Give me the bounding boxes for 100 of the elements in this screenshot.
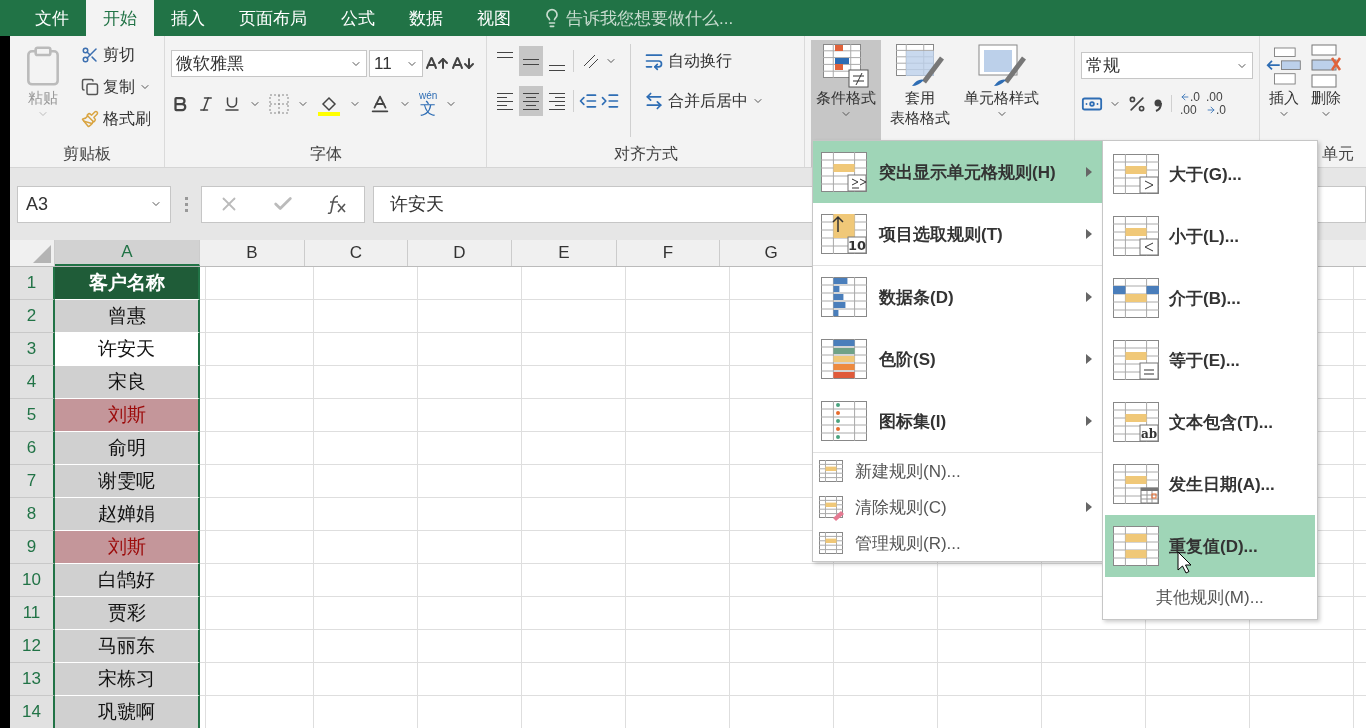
group-label: 字体 xyxy=(308,143,343,164)
table-cell: 曾惠 xyxy=(55,300,200,333)
align-left-icon xyxy=(496,92,514,110)
underline-icon[interactable] xyxy=(223,95,241,113)
table-cell: 俞明 xyxy=(55,432,200,465)
menu-item[interactable]: ab 文本包含(T)... xyxy=(1105,391,1315,453)
tell-me-field[interactable]: 告诉我您想要做什么... xyxy=(566,6,734,30)
column-header[interactable]: F xyxy=(617,240,720,266)
ribbon-tab[interactable]: 数据 xyxy=(392,0,460,36)
insert-cells-button[interactable]: 插入 xyxy=(1264,40,1304,141)
data-bars-icon xyxy=(821,277,867,317)
ribbon-tab[interactable]: 视图 xyxy=(460,0,528,36)
column-header[interactable]: E xyxy=(512,240,617,266)
ribbon-tab[interactable]: 页面布局 xyxy=(222,0,324,36)
table-cell: 刘斯 xyxy=(55,531,200,564)
eraser-grid-icon xyxy=(819,496,843,518)
calendar-grid-icon xyxy=(1113,464,1159,504)
scissors-icon xyxy=(81,46,99,64)
row-header[interactable]: 12 xyxy=(10,630,55,663)
row-header[interactable]: 4 xyxy=(10,366,55,399)
less-than-icon xyxy=(1113,216,1159,256)
align-center-icon xyxy=(522,92,540,110)
row-header[interactable]: 5 xyxy=(10,399,55,432)
menu-item[interactable]: 大于(G)... xyxy=(1105,143,1315,205)
table-cell: 刘斯 xyxy=(55,399,200,432)
row-header[interactable]: 2 xyxy=(10,300,55,333)
number-format-select[interactable]: 常规 xyxy=(1081,52,1253,79)
column-header[interactable]: B xyxy=(200,240,305,266)
table-brush-icon xyxy=(896,44,944,88)
row-header[interactable]: 7 xyxy=(10,465,55,498)
font-size-select[interactable]: 11 xyxy=(369,50,423,77)
row-header[interactable]: 6 xyxy=(10,432,55,465)
between-icon xyxy=(1113,278,1159,318)
italic-icon[interactable] xyxy=(197,95,215,113)
group-label: 对齐方式 xyxy=(612,143,679,164)
row-header[interactable]: 9 xyxy=(10,531,55,564)
delete-cells-button[interactable]: 删除 xyxy=(1308,40,1344,141)
name-box[interactable]: A3 xyxy=(17,185,171,223)
menu-item[interactable]: 清除规则(C) xyxy=(813,489,1102,525)
vertical-align-button[interactable] xyxy=(519,46,543,76)
menu-item[interactable]: 其他规则(M)... xyxy=(1103,577,1317,617)
menu-item[interactable]: 突出显示单元格规则(H) xyxy=(813,141,1102,203)
align-right-icon xyxy=(548,92,566,110)
copy-button[interactable]: 复制 xyxy=(78,72,154,102)
font-name-select[interactable]: 微软雅黑 xyxy=(171,50,367,77)
table-cell: 白鹄好 xyxy=(55,564,200,597)
greater-than-icon xyxy=(1113,154,1159,194)
wrap-text-button[interactable]: 自动换行 xyxy=(641,46,767,76)
decrease-decimal-button[interactable]: .00 .0 xyxy=(1206,91,1227,117)
menu-item[interactable]: 等于(E)... xyxy=(1105,329,1315,391)
increase-indent-icon[interactable] xyxy=(600,91,620,111)
function-icon[interactable] xyxy=(326,194,348,214)
decrease-indent-icon[interactable] xyxy=(578,91,598,111)
table-cell: 宋良 xyxy=(55,366,200,399)
merge-icon xyxy=(644,91,664,111)
row-header[interactable]: 11 xyxy=(10,597,55,630)
row-header[interactable]: 10 xyxy=(10,564,55,597)
row-header[interactable]: 8 xyxy=(10,498,55,531)
top-ten-icon: 10 xyxy=(821,214,867,254)
angled-text-icon xyxy=(581,52,601,70)
row-header[interactable]: 13 xyxy=(10,663,55,696)
cut-button[interactable]: 剪切 xyxy=(78,40,154,70)
table-cell: 巩虢啊 xyxy=(55,696,200,728)
menu-item[interactable]: 数据条(D) xyxy=(813,266,1102,328)
table-cell: 客户名称 xyxy=(55,267,200,300)
column-header[interactable]: D xyxy=(408,240,512,266)
ribbon-tab[interactable]: 文件 xyxy=(18,0,86,36)
horizontal-align-button[interactable] xyxy=(519,86,543,116)
font-color-icon[interactable] xyxy=(369,93,391,115)
align-bottom-icon xyxy=(548,64,566,71)
row-header[interactable]: 1 xyxy=(10,267,55,300)
menu-item[interactable]: 介于(B)... xyxy=(1105,267,1315,329)
table-cell: 赵婵娟 xyxy=(55,498,200,531)
column-header[interactable]: A xyxy=(55,240,200,266)
merge-center-button[interactable]: 合并后居中 xyxy=(641,86,767,116)
ribbon-tab[interactable]: 公式 xyxy=(324,0,392,36)
menu-item[interactable]: 新建规则(N)... xyxy=(813,453,1102,489)
color-scale-icon xyxy=(821,339,867,379)
group-label: 剪贴板 xyxy=(62,143,112,164)
increase-decimal-button[interactable]: .0 .00 xyxy=(1180,91,1200,117)
column-header[interactable]: C xyxy=(305,240,408,266)
phonetic-guide-button[interactable]: wén 文 xyxy=(419,91,438,117)
row-header[interactable]: 3 xyxy=(10,333,55,366)
menu-item[interactable]: 小于(L)... xyxy=(1105,205,1315,267)
ribbon-tab[interactable]: 插入 xyxy=(154,0,222,36)
row-header[interactable]: 14 xyxy=(10,696,55,728)
wrap-text-icon xyxy=(644,51,664,71)
menu-item[interactable]: 色阶(S) xyxy=(813,328,1102,390)
bold-icon[interactable] xyxy=(171,95,189,113)
align-top-icon xyxy=(496,51,514,58)
copy-icon xyxy=(81,78,99,96)
arrow-left-icon xyxy=(1180,92,1190,103)
menu-item[interactable]: 图标集(I) xyxy=(813,390,1102,452)
menu-item[interactable]: 管理规则(R)... xyxy=(813,525,1102,561)
menu-item[interactable]: 发生日期(A)... xyxy=(1105,453,1315,515)
table-cell: 许安天 xyxy=(55,333,200,366)
grid-icon xyxy=(819,532,843,554)
format-painter-button[interactable]: 格式刷 xyxy=(78,104,154,134)
ribbon-tab[interactable]: 开始 xyxy=(86,0,154,36)
menu-item[interactable]: 重复值(D)... xyxy=(1105,515,1315,577)
